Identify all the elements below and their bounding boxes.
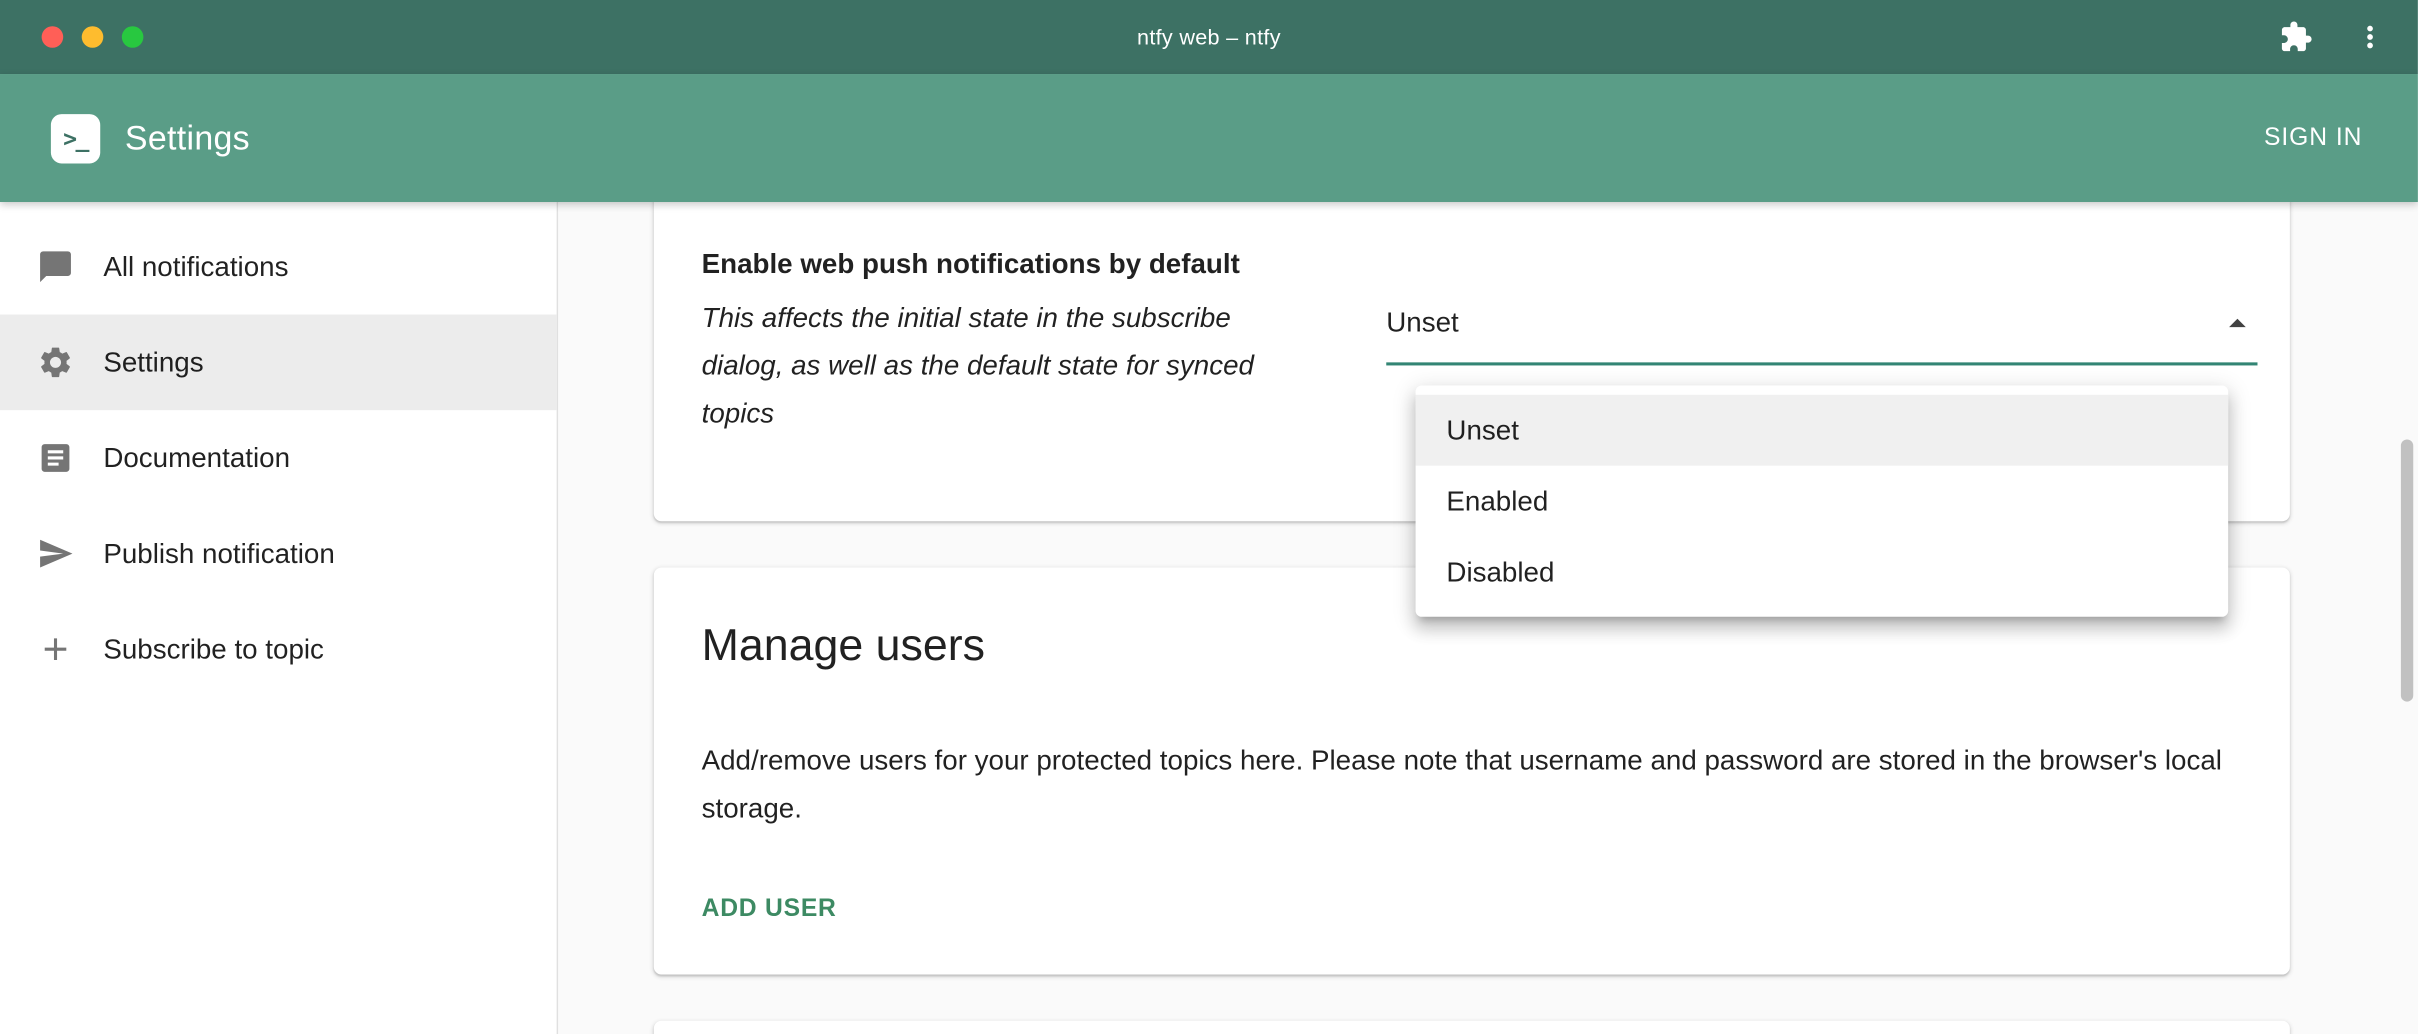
manage-users-title: Manage users (702, 620, 2242, 672)
arrow-drop-up-icon (2217, 304, 2257, 344)
sidebar-item-all-notifications[interactable]: All notifications (0, 219, 557, 315)
sidebar-item-label: Publish notification (103, 537, 334, 569)
sidebar-item-label: All notifications (103, 251, 288, 283)
menu-option-enabled[interactable]: Enabled (1416, 466, 2229, 537)
minimize-button[interactable] (82, 26, 104, 48)
sidebar-item-label: Documentation (103, 442, 290, 474)
extensions-puzzle-icon[interactable] (2279, 20, 2313, 54)
sidebar-item-label: Settings (103, 346, 203, 378)
article-icon (37, 439, 74, 476)
window-titlebar: ntfy web – ntfy (0, 0, 2418, 74)
close-button[interactable] (42, 26, 64, 48)
maximize-button[interactable] (122, 26, 144, 48)
web-push-setting-description: This affects the initial state in the su… (702, 295, 1291, 438)
chat-bubble-icon (37, 248, 74, 285)
traffic-lights (42, 26, 144, 48)
manage-users-description: Add/remove users for your protected topi… (702, 737, 2229, 833)
app-bar: >_ Settings SIGN IN (0, 74, 2418, 202)
manage-users-card: Manage users Add/remove users for your p… (654, 567, 2290, 974)
sidebar-item-publish-notification[interactable]: Publish notification (0, 506, 557, 602)
partial-next-card (654, 1021, 2290, 1034)
sidebar-item-label: Subscribe to topic (103, 633, 324, 665)
plus-icon (37, 631, 74, 668)
logo-glyph: >_ (63, 124, 88, 152)
web-push-default-select[interactable]: Unset (1386, 301, 2257, 366)
menu-option-disabled[interactable]: Disabled (1416, 537, 2229, 608)
kebab-menu-icon[interactable] (2353, 20, 2387, 54)
send-icon (37, 535, 74, 572)
sidebar-item-settings[interactable]: Settings (0, 315, 557, 411)
page-title: Settings (125, 118, 250, 158)
web-push-select-menu: Unset Enabled Disabled (1416, 386, 2229, 617)
window-title: ntfy web – ntfy (0, 25, 2418, 50)
add-user-button[interactable]: ADD USER (702, 896, 837, 924)
sidebar-item-documentation[interactable]: Documentation (0, 410, 557, 506)
select-value: Unset (1386, 307, 1459, 339)
gear-icon (37, 344, 74, 381)
menu-option-unset[interactable]: Unset (1416, 395, 2229, 466)
sidebar: All notifications Settings Documentation (0, 202, 558, 1034)
ntfy-logo-icon: >_ (51, 113, 100, 162)
scrollbar-thumb[interactable] (2401, 439, 2413, 701)
web-push-setting-title: Enable web push notifications by default (702, 248, 1240, 280)
sign-in-button[interactable]: SIGN IN (2249, 112, 2378, 164)
sidebar-item-subscribe-to-topic[interactable]: Subscribe to topic (0, 601, 557, 697)
screen: ntfy web – ntfy >_ Settings SIGN IN (0, 0, 2418, 1034)
main-content: Enable web push notifications by default… (558, 202, 2418, 1034)
